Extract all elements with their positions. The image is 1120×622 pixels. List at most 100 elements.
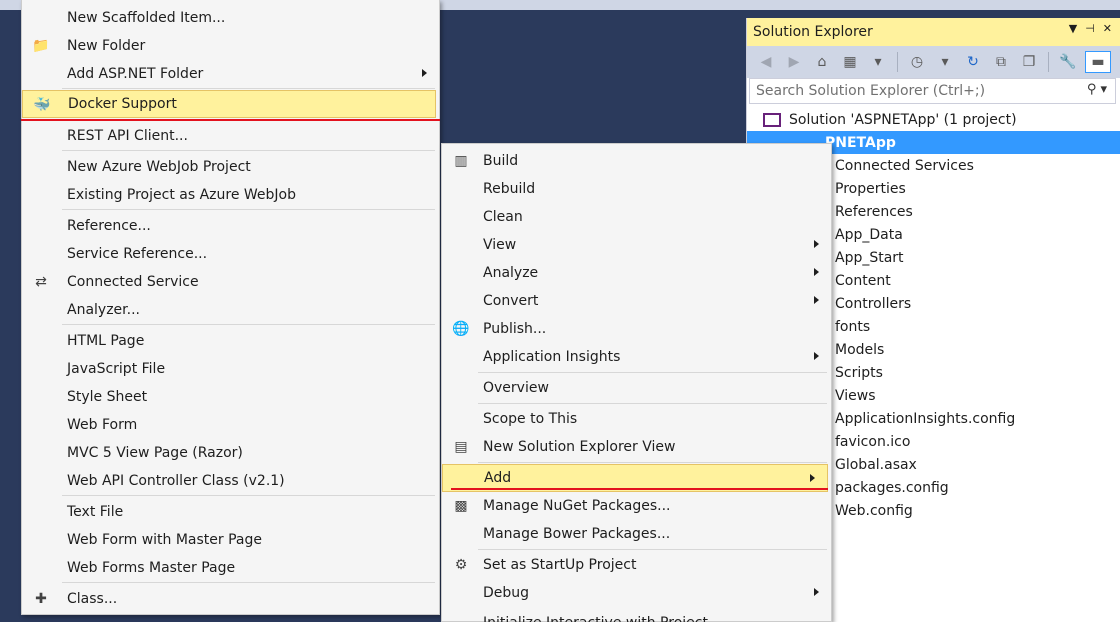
menu-item-view[interactable]: View: [442, 231, 831, 259]
menu-item-new-scaffolded-item[interactable]: New Scaffolded Item...: [22, 4, 439, 32]
menu-item-label: New Solution Explorer View: [483, 439, 676, 455]
menu-item-manage-nuget-packages[interactable]: ▩ Manage NuGet Packages...: [442, 492, 831, 520]
menu-item-label: Manage NuGet Packages...: [483, 498, 671, 514]
menu-item-docker-support[interactable]: 🐳 Docker Support: [22, 90, 436, 118]
menu-item-existing-project-as-azure-webjob[interactable]: Existing Project as Azure WebJob: [22, 181, 439, 209]
menu-item-manage-bower-packages[interactable]: Manage Bower Packages...: [442, 520, 831, 548]
menu-item-debug[interactable]: Debug: [442, 579, 831, 607]
menu-separator: [62, 582, 435, 583]
menu-item-analyzer[interactable]: Analyzer...: [22, 296, 439, 324]
menu-item-clean[interactable]: Clean: [442, 203, 831, 231]
menu-item-javascript-file[interactable]: JavaScript File: [22, 355, 439, 383]
menu-item-add-asp-net-folder[interactable]: Add ASP.NET Folder: [22, 60, 439, 88]
tree-item-label: Connected Services: [835, 157, 974, 174]
menu-item-new-solution-explorer-view[interactable]: ▤ New Solution Explorer View: [442, 433, 831, 461]
collapse-all-icon[interactable]: ⧉: [990, 51, 1012, 73]
tree-item-label: Controllers: [835, 295, 912, 312]
new-folder-icon: 📁: [32, 38, 50, 54]
menu-item-label: Analyzer...: [67, 302, 140, 318]
menu-item-web-forms-master-page[interactable]: Web Forms Master Page: [22, 554, 439, 582]
menu-item-build[interactable]: ▥ Build: [442, 147, 831, 175]
menu-item-label: Docker Support: [68, 96, 177, 112]
menu-item-label: MVC 5 View Page (Razor): [67, 445, 243, 461]
new-view-icon: ▤: [454, 439, 468, 455]
forward-icon[interactable]: ▶: [783, 51, 805, 73]
add-submenu: New Scaffolded Item... 📁 New Folder Add ASP…: [21, 0, 440, 615]
tree-item-label: packages.config: [835, 479, 949, 496]
toolbar-separator: [897, 52, 898, 72]
back-icon[interactable]: ◀: [755, 51, 777, 73]
menu-item-label: View: [483, 237, 517, 253]
filter-dropdown-icon[interactable]: ▾: [934, 51, 956, 73]
tree-item-label: Properties: [835, 180, 906, 197]
tree-solution-node[interactable]: Solution 'ASPNETApp' (1 project): [747, 108, 1120, 131]
auto-hide-pin-icon[interactable]: ⊣: [1085, 22, 1095, 35]
solution-explorer-toolbar: ◀ ▶ ⌂ ▦ ▾ ◷ ▾ ↻ ⧉ ❐ 🔧 ▬: [747, 46, 1120, 78]
properties-wrench-icon[interactable]: 🔧: [1057, 51, 1079, 73]
menu-item-label: Debug: [483, 585, 530, 601]
solution-label: Solution 'ASPNETApp' (1 project): [789, 111, 1017, 128]
docker-icon: 🐳: [33, 97, 51, 113]
menu-item-label: Existing Project as Azure WebJob: [67, 187, 296, 203]
preview-selected-items-icon[interactable]: ▬: [1085, 51, 1111, 73]
home-icon[interactable]: ⌂: [811, 51, 833, 73]
tree-item-label: Global.asax: [835, 456, 917, 473]
menu-item-label: Service Reference...: [67, 246, 208, 262]
menu-item-service-reference[interactable]: Service Reference...: [22, 240, 439, 268]
menu-separator: [62, 495, 435, 496]
menu-separator: [62, 209, 435, 210]
show-all-files-icon[interactable]: ❐: [1018, 51, 1040, 73]
switch-views-dropdown-icon[interactable]: ▾: [867, 51, 889, 73]
menu-item-overview[interactable]: Overview: [442, 374, 831, 402]
menu-item-connected-service[interactable]: ⇄ Connected Service: [22, 268, 439, 296]
menu-item-class[interactable]: ✚ Class...: [22, 585, 439, 613]
sync-icon[interactable]: ↻: [962, 51, 984, 73]
menu-item-publish[interactable]: 🌐 Publish...: [442, 315, 831, 343]
pending-changes-filter-icon[interactable]: ◷: [906, 51, 928, 73]
menu-item-label: Web Form: [67, 417, 138, 433]
submenu-arrow-icon: [810, 474, 815, 482]
menu-item-label: Overview: [483, 380, 549, 396]
menu-item-style-sheet[interactable]: Style Sheet: [22, 383, 439, 411]
tree-item-label: fonts: [835, 318, 871, 335]
menu-item-text-file[interactable]: Text File: [22, 498, 439, 526]
menu-item-html-page[interactable]: HTML Page: [22, 327, 439, 355]
search-icon[interactable]: ⚲ ▾: [1087, 82, 1107, 97]
menu-item-scope-to-this[interactable]: Scope to This: [442, 405, 831, 433]
menu-item-new-azure-webjob-project[interactable]: New Azure WebJob Project: [22, 153, 439, 181]
gear-icon: ⚙: [454, 557, 468, 573]
menu-item-set-as-startup-project[interactable]: ⚙ Set as StartUp Project: [442, 551, 831, 579]
menu-item-convert[interactable]: Convert: [442, 287, 831, 315]
toolbar-separator: [1048, 52, 1049, 72]
close-icon[interactable]: ✕: [1103, 22, 1112, 35]
menu-item-label: Scope to This: [483, 411, 578, 427]
menu-item-rebuild[interactable]: Rebuild: [442, 175, 831, 203]
menu-item-initialize-interactive-with-project[interactable]: Initialize Interactive with Project: [442, 609, 831, 622]
docker-support-underline: [21, 119, 440, 121]
submenu-arrow-icon: [814, 240, 819, 248]
menu-separator: [62, 150, 435, 151]
tree-item-label: App_Data: [835, 226, 903, 243]
tree-item-label: Scripts: [835, 364, 883, 381]
tree-item-label: ApplicationInsights.config: [835, 410, 1016, 427]
menu-item-web-form-with-master-page[interactable]: Web Form with Master Page: [22, 526, 439, 554]
menu-item-rest-api-client[interactable]: REST API Client...: [22, 122, 439, 150]
menu-item-mvc-5-view-page-razor[interactable]: MVC 5 View Page (Razor): [22, 439, 439, 467]
solution-icon: [763, 112, 781, 127]
search-input[interactable]: Search Solution Explorer (Ctrl+;) ⚲ ▾: [749, 78, 1116, 104]
submenu-arrow-icon: [814, 268, 819, 276]
search-placeholder: Search Solution Explorer (Ctrl+;): [756, 83, 986, 99]
menu-item-new-folder[interactable]: 📁 New Folder: [22, 32, 439, 60]
menu-item-label: Build: [483, 153, 519, 169]
menu-item-reference[interactable]: Reference...: [22, 212, 439, 240]
submenu-arrow-icon: [814, 296, 819, 304]
menu-item-analyze[interactable]: Analyze: [442, 259, 831, 287]
switch-views-icon[interactable]: ▦: [839, 51, 861, 73]
menu-item-web-api-controller-class-v2-1[interactable]: Web API Controller Class (v2.1): [22, 467, 439, 495]
menu-item-application-insights[interactable]: Application Insights: [442, 343, 831, 371]
menu-item-label: Clean: [483, 209, 523, 225]
window-position-dropdown-icon[interactable]: ▼: [1069, 22, 1077, 35]
menu-item-web-form[interactable]: Web Form: [22, 411, 439, 439]
menu-separator: [62, 88, 435, 89]
menu-separator: [478, 549, 827, 550]
